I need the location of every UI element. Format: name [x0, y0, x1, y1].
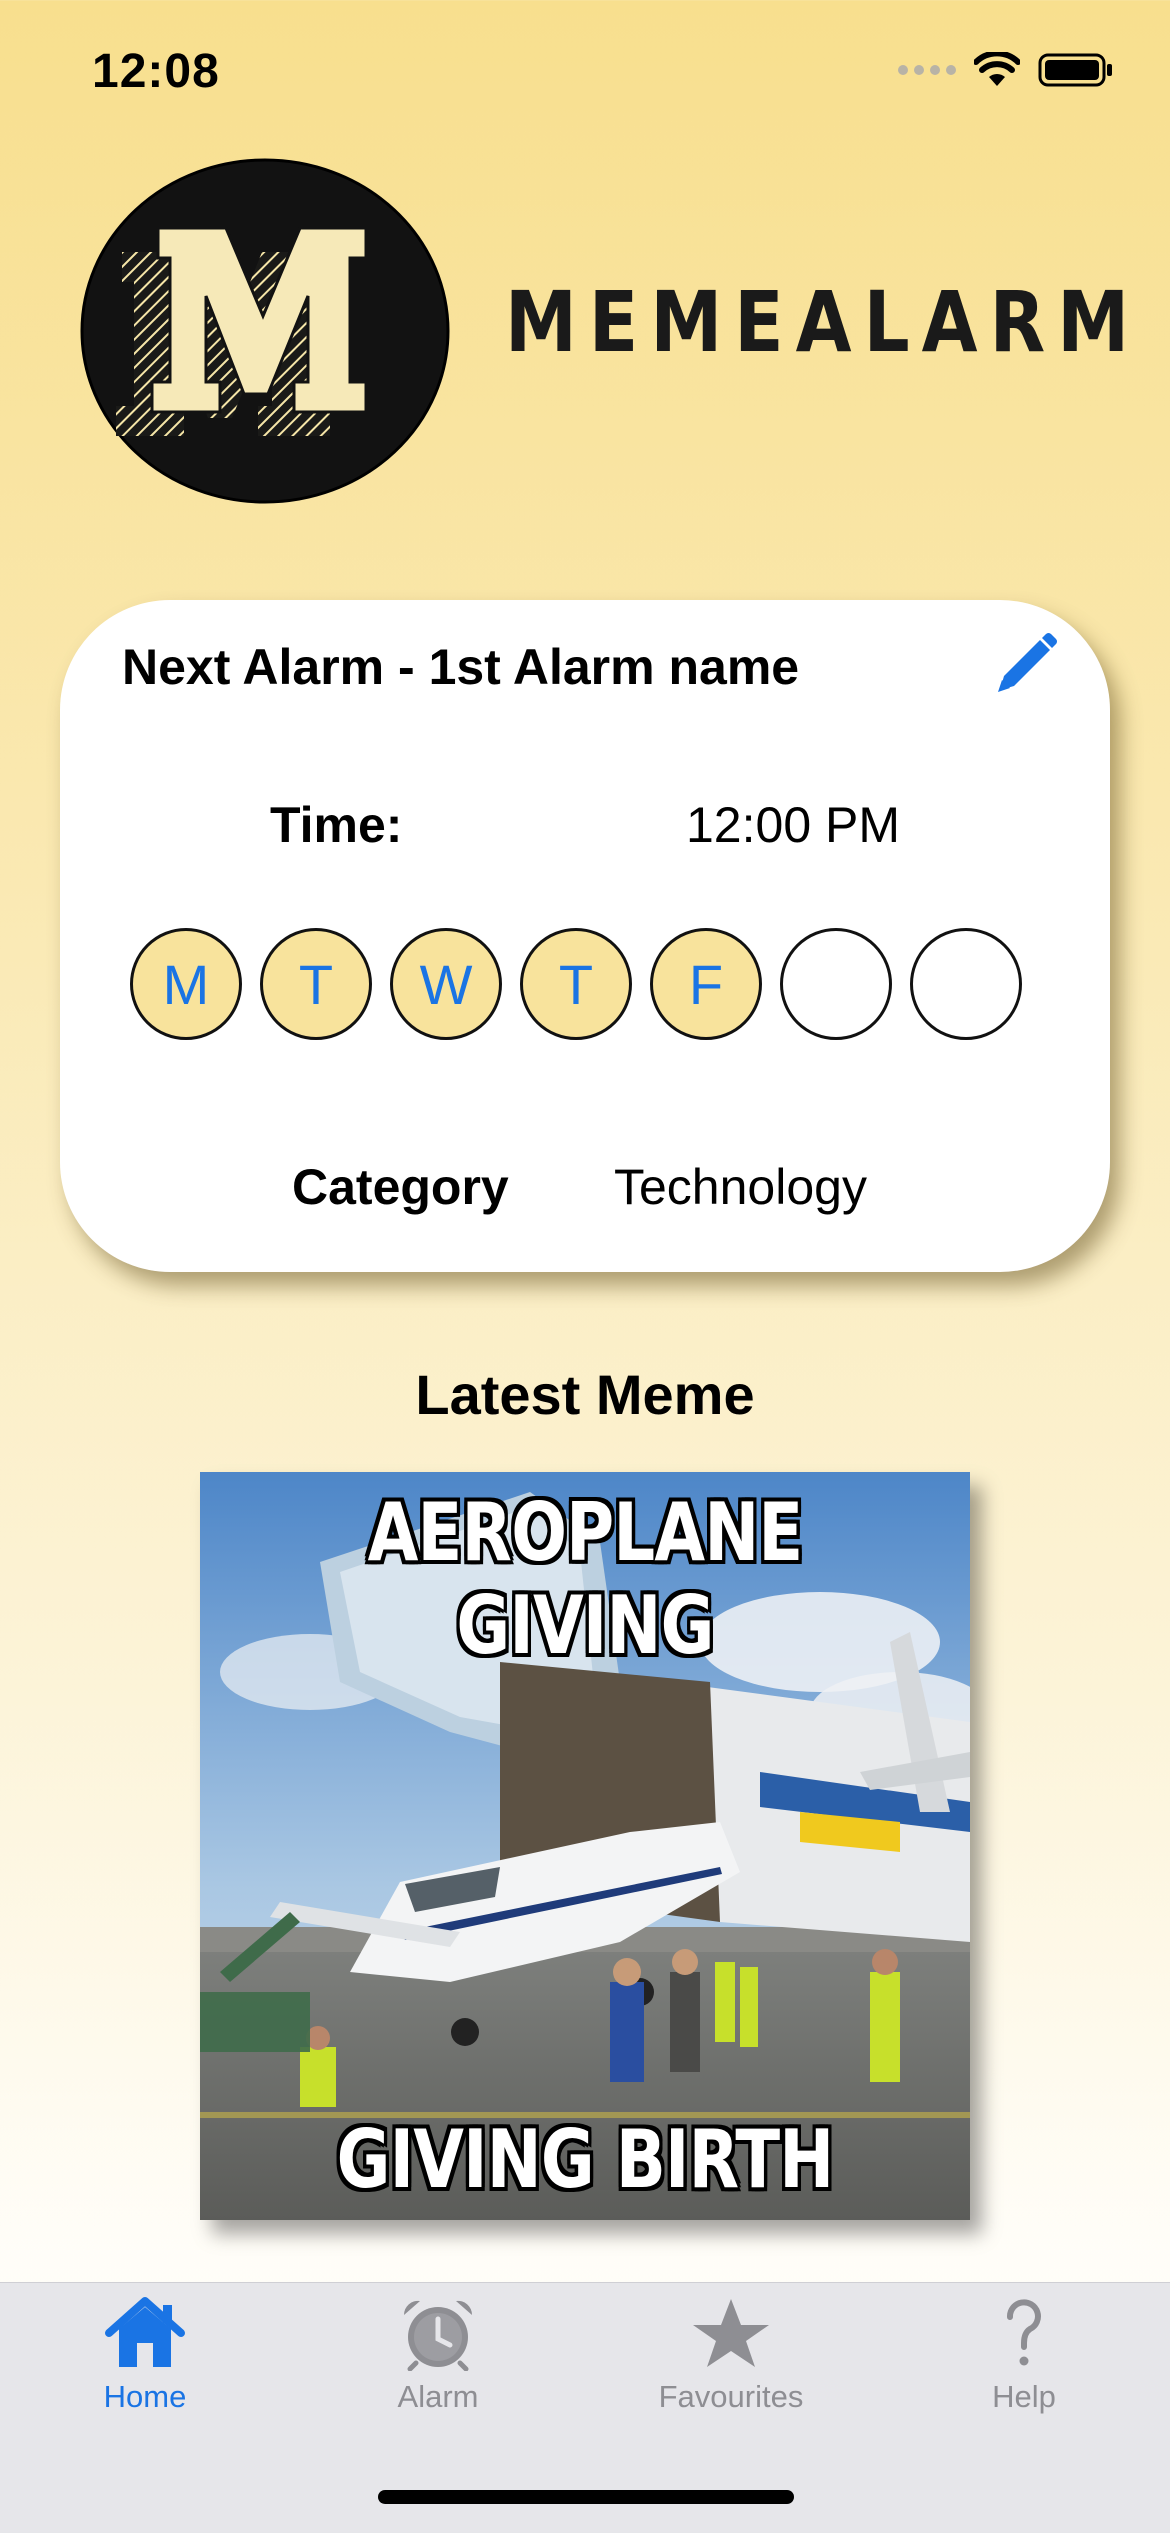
- memealarm-logo: [80, 158, 450, 504]
- next-alarm-card[interactable]: Next Alarm - 1st Alarm name Time: 12:00 …: [60, 600, 1110, 1272]
- house-icon: [105, 2297, 185, 2367]
- time-value: 12:00 PM: [686, 797, 901, 853]
- status-time: 12:08: [92, 45, 220, 98]
- category-value: Technology: [614, 1159, 867, 1215]
- tab-alarm-label: Alarm: [397, 2379, 479, 2414]
- meme-caption-bottom: GIVING BIRTH: [336, 2113, 835, 2206]
- day-toggle-monday[interactable]: M: [130, 928, 242, 1040]
- day-toggle-tuesday[interactable]: T: [260, 928, 372, 1040]
- day-toggle-friday[interactable]: F: [650, 928, 762, 1040]
- star-icon: [693, 2299, 769, 2367]
- battery-icon: [1038, 53, 1112, 87]
- tab-home-label: Home: [103, 2379, 187, 2414]
- tab-favourites-label: Favourites: [658, 2379, 804, 2414]
- tab-help-label: Help: [992, 2379, 1056, 2414]
- weekday-selector: M T W T F: [130, 928, 1022, 1040]
- day-toggle-wednesday[interactable]: W: [390, 928, 502, 1040]
- tab-alarm[interactable]: Alarm: [338, 2295, 538, 2415]
- tab-help[interactable]: Help: [924, 2295, 1124, 2415]
- day-toggle-saturday[interactable]: [780, 928, 892, 1040]
- cellular-signal-icon: [898, 65, 956, 75]
- home-indicator[interactable]: [378, 2490, 794, 2504]
- category-label: Category: [292, 1159, 509, 1215]
- alarm-clock-icon: [403, 2300, 473, 2371]
- time-label: Time:: [270, 797, 403, 853]
- day-toggle-sunday[interactable]: [910, 928, 1022, 1040]
- day-toggle-thursday[interactable]: T: [520, 928, 632, 1040]
- status-icons: [898, 52, 1114, 88]
- status-bar: 12:08: [0, 0, 1170, 140]
- tab-favourites[interactable]: Favourites: [631, 2295, 831, 2415]
- tab-home[interactable]: Home: [45, 2295, 245, 2415]
- pencil-edit-icon[interactable]: [990, 630, 1060, 700]
- meme-caption-top: AEROPLANE GIVING: [367, 1486, 804, 1672]
- brand-name: MEMEALARM: [505, 273, 1142, 371]
- question-mark-icon: [1007, 2299, 1041, 2366]
- latest-meme-image[interactable]: AEROPLANE GIVING GIVING BIRTH: [200, 1472, 970, 2220]
- alarm-title: Next Alarm - 1st Alarm name: [122, 639, 800, 695]
- wifi-icon: [974, 52, 1020, 86]
- latest-meme-heading: Latest Meme: [415, 1363, 755, 1426]
